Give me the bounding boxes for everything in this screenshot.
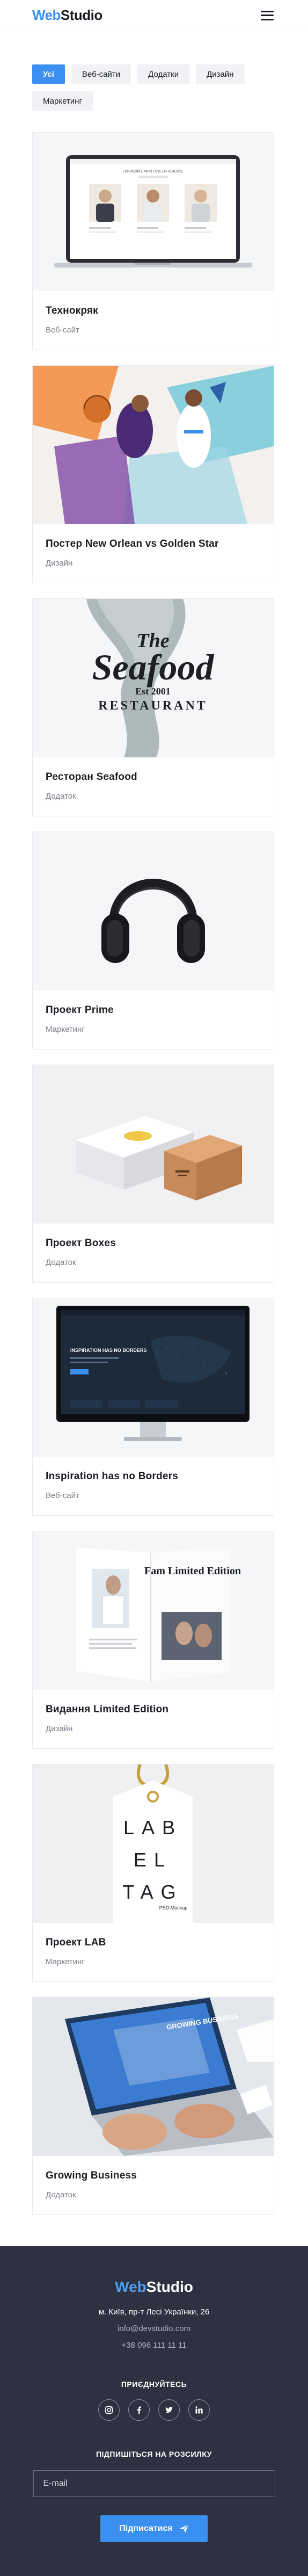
project-title[interactable]: Проект Prime (46, 1004, 261, 1016)
project-image-headphones (33, 832, 274, 990)
laptop-heading: FOR PEOPLE WHO LOVE DIFFERENCE (123, 170, 183, 173)
laptop-hands-illustration: GROWING BUSINESS (33, 1998, 274, 2156)
logo-part-web: Web (32, 7, 61, 23)
project-image-seafood: The Seafood Est 2001 RESTAURANT (33, 599, 274, 757)
project-card[interactable]: The Seafood Est 2001 RESTAURANT Ресторан… (32, 598, 274, 816)
project-image-monitor: INSPIRATION HAS NO BORDERS (33, 1298, 274, 1457)
project-title[interactable]: Видання Limited Edition (46, 1704, 261, 1716)
tag-line2: EL (134, 1849, 172, 1871)
project-card[interactable]: Постер New Orlean vs Golden Star Дизайн (32, 365, 274, 583)
site-header: WebStudio (0, 0, 308, 31)
hamburger-icon[interactable] (261, 10, 274, 20)
project-card[interactable]: Fam Limited Edition Видання Limited Edit… (32, 1531, 274, 1749)
subscribe-heading: ПІДПИШІТЬСЯ НА РОЗСИЛКУ (96, 2450, 212, 2458)
project-card[interactable]: Проект Boxes Додаток (32, 1065, 274, 1283)
project-image-label: LAB EL TAG PSD Mockup (33, 1764, 274, 1923)
project-category: Маркетинг (46, 1025, 85, 1034)
footer-logo-studio: Studio (146, 2278, 193, 2295)
footer-phone-link[interactable]: +38 096 111 11 11 (0, 2341, 308, 2350)
project-category: Додаток (46, 1258, 76, 1267)
subscribe-button[interactable]: Підписатися (100, 2515, 208, 2542)
project-card[interactable]: Проект Prime Маркетинг (32, 831, 274, 1050)
instagram-icon[interactable] (98, 2399, 120, 2421)
filter-design[interactable]: Дизайн (196, 64, 245, 84)
social-links (0, 2399, 308, 2421)
project-category: Дизайн (46, 1724, 73, 1733)
tag-line1: LAB (123, 1817, 182, 1839)
hamburger-line (261, 15, 274, 16)
portfolio-grid: FOR PEOPLE WHO LOVE DIFFERENCE Технокряк… (0, 111, 308, 2215)
project-title[interactable]: Проект Boxes (46, 1238, 261, 1249)
footer-logo-web: Web (115, 2278, 146, 2295)
project-title[interactable]: Inspiration has no Borders (46, 1471, 261, 1482)
filter-apps[interactable]: Додатки (137, 64, 190, 84)
send-icon (180, 2524, 188, 2533)
project-card[interactable]: GROWING BUSINESS Growing Business Додато… (32, 1997, 274, 2215)
linkedin-icon[interactable] (188, 2399, 210, 2421)
project-category: Додаток (46, 792, 76, 801)
site-footer: WebStudio м. Київ, пр-т Лесі Українки, 2… (0, 2246, 308, 2576)
join-heading: ПРИЄДНУЙТЕСЬ (121, 2380, 187, 2389)
project-title[interactable]: Growing Business (46, 2170, 261, 2182)
monitor-mockup-illustration: INSPIRATION HAS NO BORDERS (33, 1298, 274, 1457)
seafood-restaurant: RESTAURANT (98, 699, 208, 713)
hamburger-line (261, 18, 274, 20)
project-image-poster (33, 366, 274, 524)
seafood-main: Seafood (92, 647, 215, 688)
project-category: Дизайн (46, 559, 73, 568)
tag-line3: TAG (122, 1881, 183, 1903)
headphones-illustration (33, 832, 274, 990)
label-tag-illustration: LAB EL TAG PSD Mockup (33, 1764, 274, 1923)
project-image-magazine: Fam Limited Edition (33, 1531, 274, 1690)
project-card[interactable]: FOR PEOPLE WHO LOVE DIFFERENCE Технокряк… (32, 132, 274, 350)
project-card[interactable]: INSPIRATION HAS NO BORDERS Inspiration h… (32, 1298, 274, 1516)
filter-marketing[interactable]: Маркетинг (32, 91, 93, 111)
project-card[interactable]: LAB EL TAG PSD Mockup Проект LAB Маркети… (32, 1764, 274, 1982)
magazine-illustration: Fam Limited Edition (33, 1531, 274, 1690)
filter-all[interactable]: Усі (32, 64, 65, 84)
magazine-title: Fam Limited Edition (144, 1565, 241, 1577)
footer-email-link[interactable]: info@devstudio.com (0, 2324, 308, 2333)
boxes-illustration (33, 1065, 274, 1224)
footer-address: м. Київ, пр-т Лесі Українки, 26 (98, 2307, 210, 2317)
facebook-icon[interactable] (128, 2399, 150, 2421)
project-image-boxes (33, 1065, 274, 1224)
filter-websites[interactable]: Веб-сайти (71, 64, 131, 84)
project-image-laptop: FOR PEOPLE WHO LOVE DIFFERENCE (33, 133, 274, 291)
logo[interactable]: WebStudio (32, 7, 102, 24)
project-title[interactable]: Технокряк (46, 305, 261, 317)
basketball-poster-illustration (33, 366, 274, 524)
email-input[interactable] (33, 2470, 275, 2497)
project-image-growing: GROWING BUSINESS (33, 1998, 274, 2156)
portfolio-filters: Усі Веб-сайти Додатки Дизайн Маркетинг (0, 31, 308, 111)
seafood-logo-illustration: The Seafood Est 2001 RESTAURANT (33, 599, 274, 757)
project-category: Веб-сайт (46, 325, 79, 335)
project-category: Веб-сайт (46, 1491, 79, 1500)
hamburger-line (261, 10, 274, 12)
project-category: Маркетинг (46, 1957, 85, 1966)
project-title[interactable]: Проект LAB (46, 1937, 261, 1949)
project-title[interactable]: Ресторан Seafood (46, 771, 261, 783)
tag-small: PSD Mockup (159, 1905, 188, 1911)
logo-part-studio: Studio (60, 7, 102, 23)
project-title[interactable]: Постер New Orlean vs Golden Star (46, 538, 261, 550)
twitter-icon[interactable] (158, 2399, 180, 2421)
footer-logo[interactable]: WebStudio (0, 2278, 308, 2296)
laptop-mockup-illustration: FOR PEOPLE WHO LOVE DIFFERENCE (33, 133, 274, 291)
subscribe-button-label: Підписатися (119, 2524, 173, 2533)
project-category: Додаток (46, 2190, 76, 2199)
seafood-est: Est 2001 (135, 686, 171, 697)
page: WebStudio Усі Веб-сайти Додатки Дизайн М… (0, 0, 308, 2576)
monitor-heading: INSPIRATION HAS NO BORDERS (70, 1348, 146, 1353)
